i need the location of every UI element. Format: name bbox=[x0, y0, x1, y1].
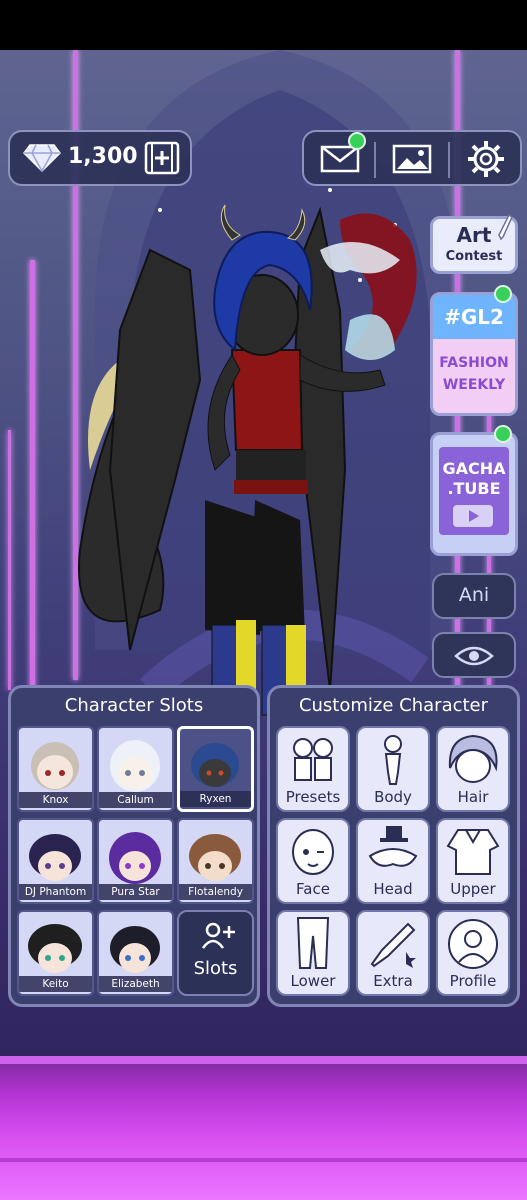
stage-floor-step bbox=[0, 1158, 527, 1162]
hair-label: Hair bbox=[457, 788, 489, 806]
pencil-icon bbox=[498, 213, 513, 241]
slot-name: Ryxen bbox=[180, 791, 251, 807]
head-icon bbox=[368, 826, 418, 867]
body-icon bbox=[384, 735, 402, 785]
character-avatar bbox=[28, 924, 82, 973]
extra-icon bbox=[370, 922, 416, 968]
body-button[interactable]: Body bbox=[356, 726, 430, 812]
slot-name: Callum bbox=[99, 792, 172, 808]
mail-notification-dot bbox=[348, 132, 366, 150]
gacha-label: GACHA bbox=[442, 459, 506, 478]
character-slot[interactable]: Knox bbox=[17, 726, 94, 812]
profile-label: Profile bbox=[449, 972, 497, 990]
hair-button[interactable]: Hair bbox=[436, 726, 510, 812]
diamond-currency-panel: 1,300 bbox=[8, 130, 192, 186]
film-add-icon[interactable] bbox=[144, 141, 180, 175]
character-avatar bbox=[189, 834, 241, 881]
tube-label: .TUBE bbox=[447, 479, 501, 498]
profile-button[interactable]: Profile bbox=[436, 910, 510, 996]
face-button[interactable]: Face bbox=[276, 818, 350, 904]
gacha-tube-notification-dot bbox=[494, 425, 512, 443]
profile-icon bbox=[448, 919, 498, 969]
upper-icon bbox=[446, 829, 500, 875]
fashion-notification-dot bbox=[494, 285, 512, 303]
slot-name: DJ Phantom bbox=[19, 884, 92, 900]
character-slot[interactable]: Pura Star bbox=[97, 818, 174, 904]
weekly-label: WEEKLY bbox=[442, 377, 506, 393]
separator bbox=[448, 142, 450, 178]
character-avatar bbox=[31, 742, 79, 790]
lower-button[interactable]: Lower bbox=[276, 910, 350, 996]
eye-icon bbox=[454, 646, 494, 666]
presets-label: Presets bbox=[285, 788, 341, 806]
presets-button[interactable]: Presets bbox=[276, 726, 350, 812]
customize-character-panel: Customize Character Presets Body Hair Fa… bbox=[267, 685, 520, 1007]
add-slots-button[interactable]: Slots bbox=[177, 910, 254, 996]
add-person-icon bbox=[201, 922, 235, 949]
lower-label: Lower bbox=[290, 972, 336, 990]
fashion-weekly-button[interactable]: #GL2 FASHION WEEKLY bbox=[430, 292, 518, 416]
diamond-count: 1,300 bbox=[68, 144, 138, 169]
character-avatar bbox=[191, 743, 239, 787]
fashion-label: FASHION bbox=[439, 355, 509, 371]
add-slots-label: Slots bbox=[193, 958, 238, 979]
stage-floor-edge bbox=[0, 1056, 527, 1064]
separator bbox=[374, 142, 376, 178]
face-icon bbox=[292, 829, 334, 875]
slot-name: Flotalendy bbox=[179, 884, 252, 900]
play-icon bbox=[453, 505, 493, 527]
hide-ui-eye-button[interactable] bbox=[432, 632, 516, 678]
character-avatar bbox=[110, 926, 160, 973]
character-slot-selected[interactable]: Ryxen bbox=[177, 726, 254, 812]
character-slot[interactable]: DJ Phantom bbox=[17, 818, 94, 904]
lower-icon bbox=[296, 917, 330, 969]
slot-name: Elizabeth bbox=[99, 976, 172, 992]
settings-gear-icon[interactable] bbox=[466, 139, 506, 179]
character-avatar bbox=[110, 740, 160, 792]
character-slot[interactable]: Flotalendy bbox=[177, 818, 254, 904]
status-bar bbox=[0, 0, 527, 50]
head-button[interactable]: Head bbox=[356, 818, 430, 904]
upper-label: Upper bbox=[450, 880, 496, 898]
character-slot[interactable]: Keito bbox=[17, 910, 94, 996]
ani-label: Ani bbox=[458, 584, 490, 606]
character-avatar bbox=[29, 834, 81, 881]
head-label: Head bbox=[373, 880, 413, 898]
character-slots-title: Character Slots bbox=[64, 695, 204, 716]
slot-name: Keito bbox=[19, 976, 92, 992]
extra-label: Extra bbox=[373, 972, 413, 990]
ani-button[interactable]: Ani bbox=[432, 573, 516, 619]
stage-floor bbox=[0, 1056, 527, 1200]
character-slot[interactable]: Callum bbox=[97, 726, 174, 812]
character-avatar bbox=[109, 832, 161, 884]
art-contest-button[interactable]: Art Contest bbox=[430, 213, 518, 274]
gallery-icon[interactable] bbox=[392, 143, 434, 175]
top-menu-panel bbox=[302, 130, 522, 186]
slot-name: Knox bbox=[19, 792, 92, 808]
gl2-tag: #GL2 bbox=[444, 305, 504, 329]
customize-character-title: Customize Character bbox=[298, 695, 489, 716]
upper-button[interactable]: Upper bbox=[436, 818, 510, 904]
diamond-icon bbox=[23, 144, 61, 173]
body-label: Body bbox=[374, 788, 412, 806]
character-slots-panel: Character Slots Knox Callum Ryxen DJ Pha… bbox=[8, 685, 260, 1007]
gacha-tube-button[interactable]: GACHA .TUBE bbox=[430, 432, 518, 556]
hair-icon bbox=[448, 734, 498, 783]
character-slot[interactable]: Elizabeth bbox=[97, 910, 174, 996]
presets-icon bbox=[293, 738, 333, 781]
art-contest-sublabel: Contest bbox=[445, 249, 503, 264]
extra-button[interactable]: Extra bbox=[356, 910, 430, 996]
slot-name: Pura Star bbox=[99, 884, 172, 900]
face-label: Face bbox=[296, 880, 330, 898]
